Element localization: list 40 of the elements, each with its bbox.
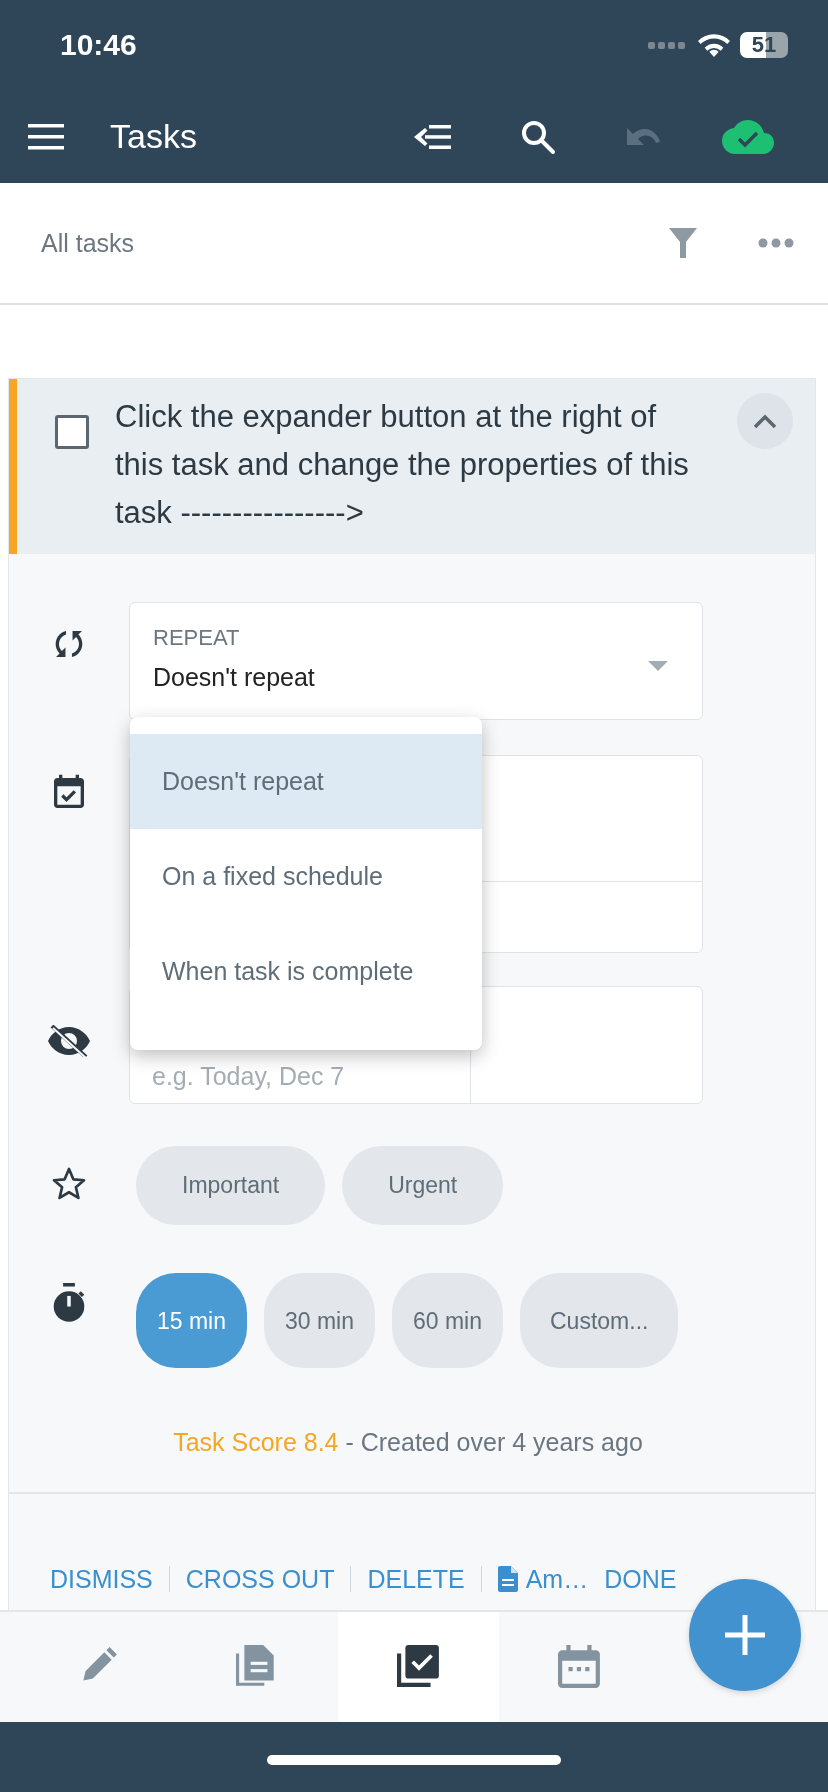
repeat-dropdown[interactable]: REPEAT Doesn't repeat: [129, 602, 703, 720]
duration-chip[interactable]: 60 min: [392, 1273, 503, 1368]
screen-title: Tasks: [110, 117, 197, 156]
calendar-icon: [557, 1645, 602, 1689]
filter-label[interactable]: All tasks: [41, 228, 135, 258]
battery-indicator: 51: [740, 32, 788, 58]
task-checkbox[interactable]: [55, 415, 89, 449]
stopwatch-icon: [51, 1283, 87, 1323]
priority-chip[interactable]: Important: [136, 1146, 326, 1225]
duration-chip[interactable]: 30 min: [264, 1273, 375, 1368]
document-icon: [497, 1566, 518, 1592]
nav-tab[interactable]: [338, 1612, 499, 1722]
task-score-line: Task Score 8.4 - Created over 4 years ago: [172, 1428, 644, 1458]
duration-chip[interactable]: Custom...: [520, 1273, 679, 1368]
menu-icon[interactable]: [28, 122, 64, 151]
search-icon[interactable]: [519, 118, 556, 155]
more-icon[interactable]: [758, 238, 794, 248]
duration-chip[interactable]: 15 min: [136, 1273, 247, 1368]
cloud-check-icon: [720, 118, 775, 155]
menu-option[interactable]: When task is complete: [130, 924, 482, 1019]
action-link[interactable]: Am…: [489, 1565, 597, 1593]
checked-stack-icon: [396, 1645, 441, 1689]
menu-option[interactable]: Doesn't repeat: [130, 734, 482, 829]
action-link[interactable]: DISMISS: [42, 1565, 161, 1593]
chevron-up-icon: [753, 413, 777, 429]
priority-chip[interactable]: Urgent: [342, 1146, 504, 1225]
filter-icon[interactable]: [668, 227, 698, 259]
action-link[interactable]: DELETE: [359, 1565, 473, 1593]
clock-time: 10:46: [60, 28, 137, 62]
menu-option[interactable]: On a fixed schedule: [130, 829, 482, 924]
star-icon: [51, 1166, 87, 1202]
collapse-list-icon[interactable]: [412, 122, 453, 151]
caret-icon: [648, 661, 668, 671]
action-link[interactable]: CROSS OUT: [177, 1565, 343, 1593]
eye-off-icon: [47, 1025, 91, 1057]
task-title: Click the expander button at the right of this task and change the properties of this task ---------------->: [114, 398, 690, 532]
action-link[interactable]: DONE: [596, 1565, 685, 1593]
plus-icon: [723, 1613, 767, 1657]
signal-icon: [648, 40, 688, 50]
wifi-icon: [698, 33, 730, 57]
